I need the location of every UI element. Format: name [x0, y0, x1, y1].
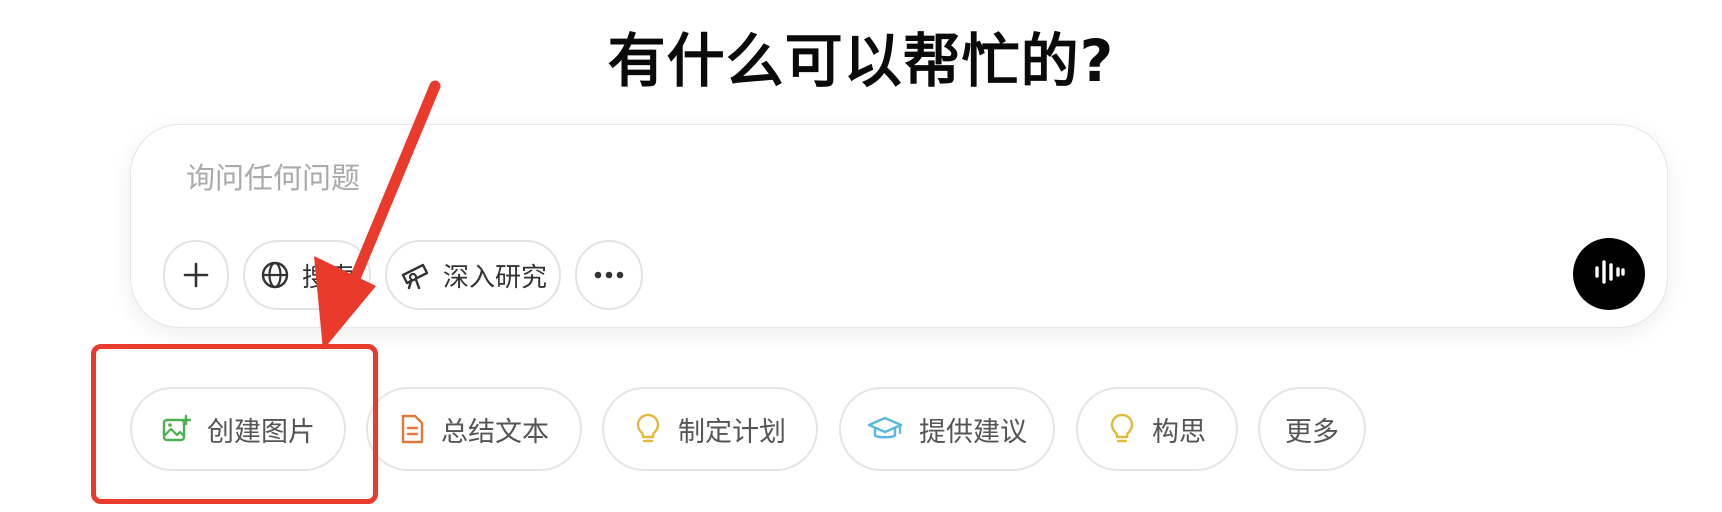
more-tools-button[interactable] — [575, 240, 643, 310]
suggestion-label: 制定计划 — [678, 416, 786, 448]
annotation-highlight-box — [91, 344, 378, 504]
plus-icon — [182, 261, 210, 289]
lightbulb-icon — [1108, 412, 1136, 446]
chat-home-screen: 有什么可以帮忙的? 搜索 — [0, 0, 1722, 512]
page-title: 有什么可以帮忙的? — [607, 27, 1115, 95]
voice-waveform-icon — [1592, 257, 1626, 291]
voice-mode-button[interactable] — [1573, 238, 1645, 310]
search-label: 搜索 — [301, 262, 354, 293]
prompt-input[interactable] — [186, 161, 1286, 195]
suggestion-summarize-text[interactable]: 总结文本 — [366, 387, 582, 471]
deep-research-label: 深入研究 — [442, 262, 547, 293]
prompt-composer: 搜索 深入研究 — [130, 124, 1668, 328]
suggestion-label: 更多 — [1285, 416, 1339, 448]
lightbulb-icon — [634, 412, 662, 446]
suggestion-label: 构思 — [1152, 416, 1206, 448]
add-attachment-button[interactable] — [163, 240, 229, 310]
suggestion-brainstorm[interactable]: 构思 — [1076, 387, 1238, 471]
telescope-icon — [399, 260, 431, 290]
suggestion-label: 总结文本 — [441, 416, 549, 448]
deep-research-button[interactable]: 深入研究 — [385, 240, 561, 310]
suggestion-give-advice[interactable]: 提供建议 — [839, 387, 1055, 471]
graduation-cap-icon — [867, 414, 903, 444]
document-icon — [399, 413, 425, 445]
suggestion-more[interactable]: 更多 — [1258, 387, 1366, 471]
suggestion-label: 提供建议 — [919, 416, 1027, 448]
search-button[interactable]: 搜索 — [243, 240, 371, 310]
ellipsis-icon — [594, 271, 624, 279]
suggestion-make-plan[interactable]: 制定计划 — [602, 387, 818, 471]
globe-icon — [260, 260, 290, 290]
